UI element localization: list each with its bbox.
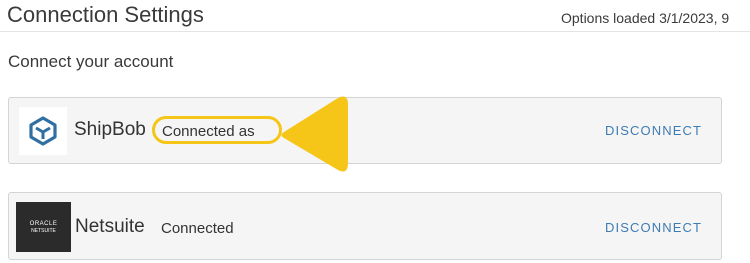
header-divider [0,31,750,32]
shipbob-logo-icon [19,107,67,155]
oracle-netsuite-logo-icon: ORACLE NETSUITE [16,202,71,252]
page-title: Connection Settings [7,2,204,27]
options-loaded-status: Options loaded 3/1/2023, 9 [561,10,730,26]
connection-card-netsuite: ORACLE NETSUITE Netsuite Connected DISCO… [8,192,722,260]
logo-text-oracle: ORACLE [29,220,58,227]
section-title: Connect your account [8,52,174,71]
connection-name: Netsuite [75,216,145,237]
pointer-arrow-icon [281,96,348,172]
disconnect-button-netsuite[interactable]: DISCONNECT [605,220,702,235]
connection-name: ShipBob [74,119,146,140]
highlight-ring-annotation [152,116,282,144]
connection-settings-page: Connection Settings Options loaded 3/1/2… [0,0,750,263]
connection-status: Connected [161,220,234,237]
logo-text-netsuite: NETSUITE [31,227,56,234]
disconnect-button-shipbob[interactable]: DISCONNECT [605,123,702,138]
connection-card-shipbob: ShipBob Connected as DISCONNECT [8,97,722,164]
